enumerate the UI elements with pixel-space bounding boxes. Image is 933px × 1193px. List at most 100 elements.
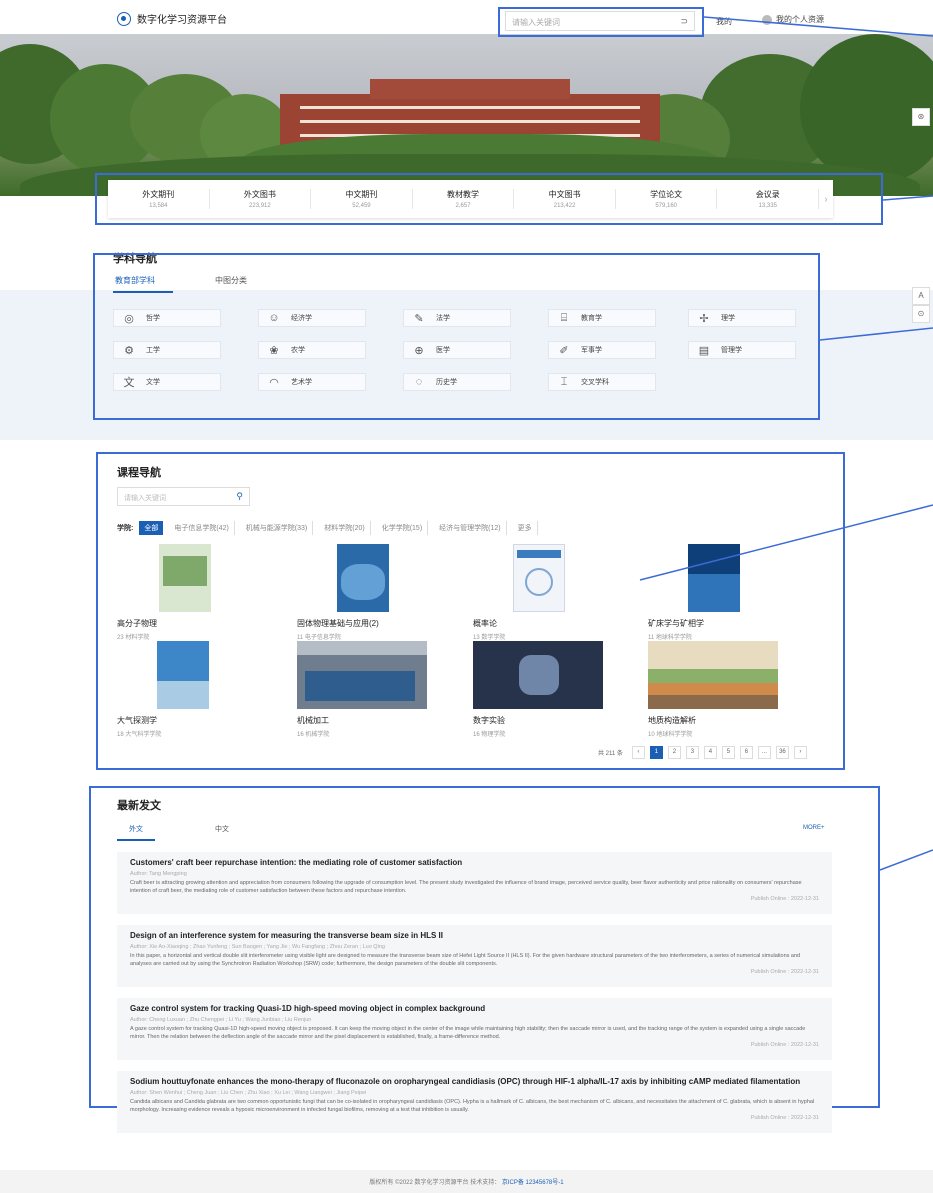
- college-filter-bar: 学院: 全部 电子信息学院(42) 机械与能源学院(33) 材料学院(20) 化…: [117, 521, 538, 535]
- pagination-next[interactable]: ›: [793, 746, 807, 759]
- article-item[interactable]: Gaze control system for tracking Quasi-1…: [117, 998, 832, 1060]
- filter-label: 学院:: [117, 525, 134, 532]
- pagination-page[interactable]: 3: [685, 746, 699, 759]
- article-abstract: Candida albicans and Candida glabrata ar…: [130, 1099, 815, 1113]
- course-card[interactable]: 高分子物理 23 材料学院: [117, 544, 277, 641]
- article-title[interactable]: Gaze control system for tracking Quasi-1…: [130, 1004, 819, 1013]
- course-title[interactable]: 数字实验: [473, 715, 633, 726]
- article-authors: Author: Tang Mengping: [130, 871, 187, 877]
- article-authors: Author: Xie Ao-Xiaoqing ; Zhao Yunfeng ;…: [130, 944, 385, 950]
- nav-my-link[interactable]: 我的: [716, 16, 732, 27]
- course-cover-image[interactable]: [117, 641, 247, 709]
- hero-campus-image: [0, 34, 933, 196]
- user-menu[interactable]: 我的个人资源: [762, 14, 824, 25]
- footer-copyright: 版权所有 ©2022 数字化学习资源平台 技术支持：: [369, 1180, 501, 1186]
- more-link[interactable]: MORE+: [803, 825, 825, 831]
- site-logo[interactable]: 数字化学习资源平台: [117, 11, 227, 26]
- course-card[interactable]: 机械加工 16 机械学院: [297, 641, 457, 738]
- site-name: 数字化学习资源平台: [137, 15, 227, 26]
- course-meta: 18 大气科学学院: [117, 732, 162, 738]
- side-widget-top[interactable]: ⊙: [912, 305, 930, 323]
- article-abstract: Craft beer is attracting growing attenti…: [130, 880, 802, 894]
- pagination-page[interactable]: 4: [703, 746, 717, 759]
- course-title[interactable]: 地质构造解析: [648, 715, 808, 726]
- pagination-page[interactable]: 36: [775, 746, 789, 759]
- article-date: Publish Online : 2022-12-31: [750, 969, 819, 975]
- footer: 版权所有 ©2022 数字化学习资源平台 技术支持： 京ICP备 1234567…: [0, 1170, 933, 1193]
- article-abstract: In this paper, a horizontal and vertical…: [130, 953, 801, 967]
- university-seal-icon: [117, 11, 131, 26]
- filter-option[interactable]: 电子信息学院(42): [169, 521, 235, 535]
- course-cover-image[interactable]: [297, 544, 427, 612]
- pagination-total: 共 211 条: [598, 751, 623, 757]
- course-cover-image[interactable]: [648, 544, 778, 612]
- tab-chinese[interactable]: 中文: [203, 824, 241, 841]
- course-meta: 10 地球科学学院: [648, 732, 693, 738]
- course-card[interactable]: 地质构造解析 10 地球科学学院: [648, 641, 808, 738]
- course-meta: 11 电子信息学院: [297, 635, 341, 641]
- course-card[interactable]: 数字实验 16 物理学院: [473, 641, 633, 738]
- user-menu-label: 我的个人资源: [776, 15, 824, 24]
- search-icon[interactable]: ⚲: [236, 491, 243, 502]
- article-item[interactable]: Customers' craft beer repurchase intenti…: [117, 852, 832, 914]
- course-card[interactable]: 概率论 13 数学学院: [473, 544, 633, 641]
- avatar-icon: [762, 14, 772, 25]
- course-title[interactable]: 矿床学与矿相学: [648, 618, 808, 629]
- filter-option[interactable]: 经济与管理学院(12): [434, 521, 507, 535]
- course-card[interactable]: 大气探测学 18 大气科学学院: [117, 641, 277, 738]
- course-card[interactable]: 矿床学与矿相学 11 地球科学学院: [648, 544, 808, 641]
- course-meta: 11 地球科学学院: [648, 635, 692, 641]
- course-title[interactable]: 概率论: [473, 618, 633, 629]
- highlight-box-stats: [95, 173, 883, 225]
- latest-articles-title: 最新发文: [117, 800, 161, 812]
- filter-option[interactable]: 材料学院(20): [319, 521, 371, 535]
- pagination-page[interactable]: 1: [649, 746, 663, 759]
- course-title[interactable]: 机械加工: [297, 715, 457, 726]
- side-widget-share[interactable]: ⊛: [912, 108, 930, 126]
- course-meta: 13 数学学院: [473, 635, 506, 641]
- article-item[interactable]: Design of an interference system for mea…: [117, 925, 832, 987]
- pagination-ellipsis: ...: [757, 746, 771, 759]
- pagination-page[interactable]: 5: [721, 746, 735, 759]
- highlight-box-search: [498, 7, 704, 37]
- course-title[interactable]: 高分子物理: [117, 618, 277, 629]
- article-authors: Author: Shen Wenhui ; Cheng Juan ; Liu C…: [130, 1090, 367, 1096]
- course-cover-image[interactable]: [297, 641, 427, 709]
- side-widget-font[interactable]: A: [912, 287, 930, 305]
- article-date: Publish Online : 2022-12-31: [750, 896, 819, 902]
- article-authors: Author: Cheng Luxuan ; Zhu Chengpei ; Li…: [130, 1017, 312, 1023]
- course-cover-image[interactable]: [473, 544, 603, 612]
- course-title[interactable]: 固体物理基础与应用(2): [297, 618, 457, 629]
- pagination-page[interactable]: 2: [667, 746, 681, 759]
- filter-option[interactable]: 化学学院(15): [377, 521, 429, 535]
- course-meta: 23 材料学院: [117, 635, 150, 641]
- course-title[interactable]: 大气探测学: [117, 715, 277, 726]
- course-cover-image[interactable]: [473, 641, 603, 709]
- article-date: Publish Online : 2022-12-31: [750, 1042, 819, 1048]
- course-cover-image[interactable]: [648, 641, 778, 709]
- course-card[interactable]: 固体物理基础与应用(2) 11 电子信息学院: [297, 544, 457, 641]
- course-meta: 16 机械学院: [297, 732, 330, 738]
- course-cover-image[interactable]: [117, 544, 247, 612]
- filter-option[interactable]: 全部: [139, 521, 164, 535]
- article-title[interactable]: Sodium houttuyfonate enhances the mono-t…: [130, 1077, 819, 1086]
- article-abstract: A gaze control system for tracking Quasi…: [130, 1026, 806, 1040]
- article-date: Publish Online : 2022-12-31: [750, 1115, 819, 1121]
- pagination-prev[interactable]: ‹: [631, 746, 645, 759]
- tab-foreign[interactable]: 外文: [117, 824, 155, 841]
- top-header: 数字化学习资源平台 请输入关键词 ⊃ 我的 我的个人资源: [0, 0, 933, 34]
- highlight-box-subjects: [93, 253, 820, 420]
- course-meta: 16 物理学院: [473, 732, 506, 738]
- course-search-placeholder: 请输入关键词: [124, 495, 166, 502]
- latest-tabs: 外文 中文: [117, 824, 241, 841]
- article-title[interactable]: Customers' craft beer repurchase intenti…: [130, 858, 819, 867]
- article-title[interactable]: Design of an interference system for mea…: [130, 931, 819, 940]
- pagination-page[interactable]: 6: [739, 746, 753, 759]
- course-nav-title: 课程导航: [117, 467, 161, 479]
- footer-icp-link[interactable]: 京ICP备 12345678号-1: [502, 1180, 564, 1186]
- article-item[interactable]: Sodium houttuyfonate enhances the mono-t…: [117, 1071, 832, 1133]
- pagination: 共 211 条 ‹ 1 2 3 4 5 6 ... 36 ›: [598, 746, 807, 759]
- course-search-input[interactable]: 请输入关键词 ⚲: [117, 487, 250, 506]
- filter-option[interactable]: 机械与能源学院(33): [241, 521, 314, 535]
- filter-option-more[interactable]: 更多: [513, 521, 538, 535]
